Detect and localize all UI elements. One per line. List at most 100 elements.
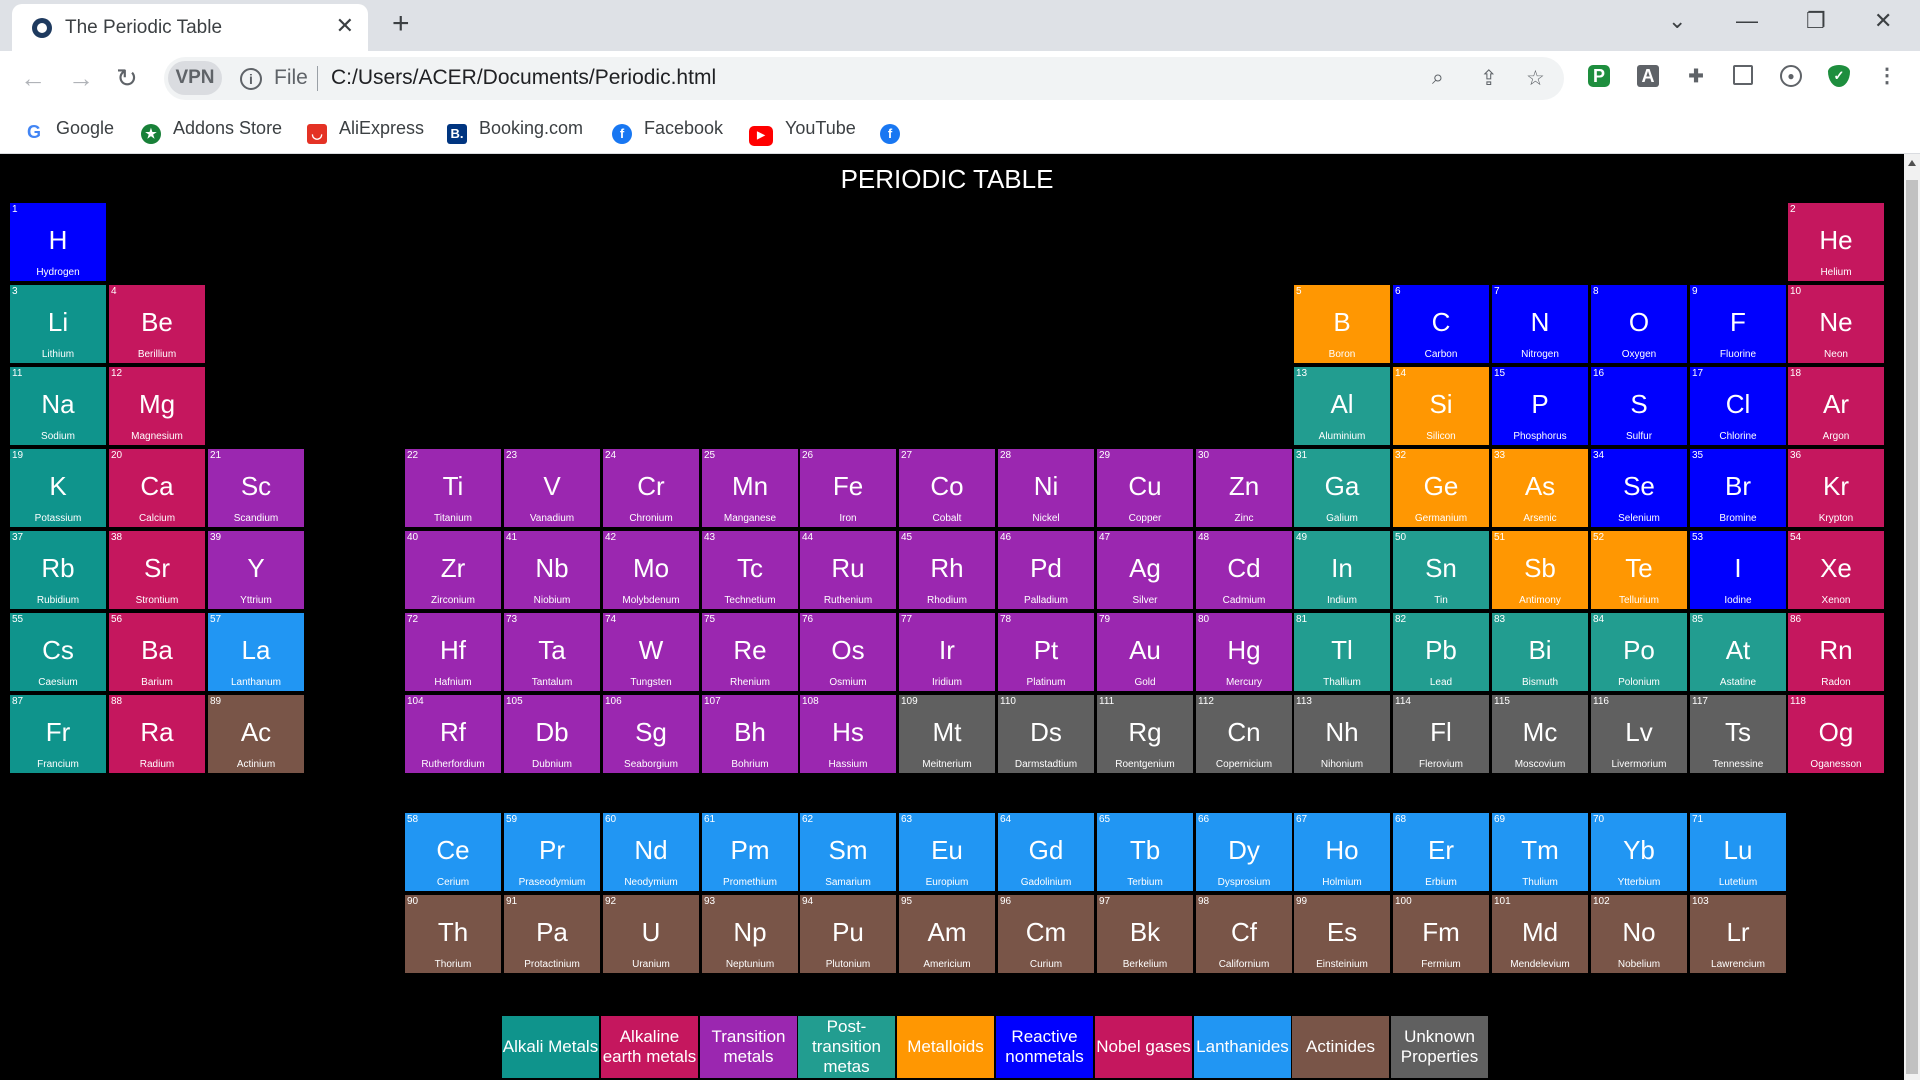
element-tile-cf[interactable]: 98 Cf Californium <box>1196 895 1292 973</box>
element-tile-rf[interactable]: 104 Rf Rutherfordium <box>405 695 501 773</box>
element-tile-sg[interactable]: 106 Sg Seaborgium <box>603 695 699 773</box>
element-tile-po[interactable]: 84 Po Polonium <box>1591 613 1687 691</box>
element-tile-sn[interactable]: 50 Sn Tin <box>1393 531 1489 609</box>
element-tile-br[interactable]: 35 Br Bromine <box>1690 449 1786 527</box>
element-tile-mg[interactable]: 12 Mg Magnesium <box>109 367 205 445</box>
element-tile-fm[interactable]: 100 Fm Fermium <box>1393 895 1489 973</box>
element-tile-ce[interactable]: 58 Ce Cerium <box>405 813 501 891</box>
element-tile-pm[interactable]: 61 Pm Promethium <box>702 813 798 891</box>
element-tile-bh[interactable]: 107 Bh Bohrium <box>702 695 798 773</box>
element-tile-ac[interactable]: 89 Ac Actinium <box>208 695 304 773</box>
element-tile-zr[interactable]: 40 Zr Zirconium <box>405 531 501 609</box>
element-tile-am[interactable]: 95 Am Americium <box>899 895 995 973</box>
url-text[interactable]: C:/Users/ACER/Documents/Periodic.html <box>331 66 716 90</box>
element-tile-sm[interactable]: 62 Sm Samarium <box>800 813 896 891</box>
element-tile-bk[interactable]: 97 Bk Berkelium <box>1097 895 1193 973</box>
element-tile-ra[interactable]: 88 Ra Radium <box>109 695 205 773</box>
element-tile-at[interactable]: 85 At Astatine <box>1690 613 1786 691</box>
scroll-thumb[interactable] <box>1906 180 1918 1074</box>
element-tile-eu[interactable]: 63 Eu Europium <box>899 813 995 891</box>
element-tile-ho[interactable]: 67 Ho Holmium <box>1294 813 1390 891</box>
element-tile-pb[interactable]: 82 Pb Lead <box>1393 613 1489 691</box>
element-tile-pa[interactable]: 91 Pa Protactinium <box>504 895 600 973</box>
element-tile-n[interactable]: 7 N Nitrogen <box>1492 285 1588 363</box>
element-tile-sr[interactable]: 38 Sr Strontium <box>109 531 205 609</box>
element-tile-ta[interactable]: 73 Ta Tantalum <box>504 613 600 691</box>
element-tile-in[interactable]: 49 In Indium <box>1294 531 1390 609</box>
address-bar[interactable]: VPN i File C:/Users/ACER/Documents/Perio… <box>164 57 1564 100</box>
bookmark-star-icon[interactable]: ☆ <box>1526 66 1545 91</box>
element-tile-o[interactable]: 8 O Oxygen <box>1591 285 1687 363</box>
profile-icon[interactable]: ● <box>1780 65 1802 87</box>
element-tile-v[interactable]: 23 V Vanadium <box>504 449 600 527</box>
element-tile-dy[interactable]: 66 Dy Dysprosium <box>1196 813 1292 891</box>
element-tile-si[interactable]: 14 Si Silicon <box>1393 367 1489 445</box>
vpn-button[interactable]: VPN <box>168 61 222 95</box>
element-tile-cd[interactable]: 48 Cd Cadmium <box>1196 531 1292 609</box>
element-tile-ge[interactable]: 32 Ge Germanium <box>1393 449 1489 527</box>
bookmark-booking[interactable]: B. Booking.com <box>447 116 583 144</box>
share-icon[interactable]: ⇪ <box>1480 66 1498 91</box>
element-tile-er[interactable]: 68 Er Erbium <box>1393 813 1489 891</box>
element-tile-be[interactable]: 4 Be Berillium <box>109 285 205 363</box>
bookmark-facebook-2[interactable]: f <box>880 116 912 144</box>
element-tile-p[interactable]: 15 P Phosphorus <box>1492 367 1588 445</box>
element-tile-ni[interactable]: 28 Ni Nickel <box>998 449 1094 527</box>
element-tile-cm[interactable]: 96 Cm Curium <box>998 895 1094 973</box>
element-tile-ds[interactable]: 110 Ds Darmstadtium <box>998 695 1094 773</box>
element-tile-mt[interactable]: 109 Mt Meitnerium <box>899 695 995 773</box>
element-tile-re[interactable]: 75 Re Rhenium <box>702 613 798 691</box>
element-tile-th[interactable]: 90 Th Thorium <box>405 895 501 973</box>
element-tile-la[interactable]: 57 La Lanthanum <box>208 613 304 691</box>
element-tile-h[interactable]: 1 H Hydrogen <box>10 203 106 281</box>
element-tile-ne[interactable]: 10 Ne Neon <box>1788 285 1884 363</box>
element-tile-tc[interactable]: 43 Tc Technetium <box>702 531 798 609</box>
element-tile-na[interactable]: 11 Na Sodium <box>10 367 106 445</box>
element-tile-rn[interactable]: 86 Rn Radon <box>1788 613 1884 691</box>
element-tile-np[interactable]: 93 Np Neptunium <box>702 895 798 973</box>
element-tile-lu[interactable]: 71 Lu Lutetium <box>1690 813 1786 891</box>
menu-dots-icon[interactable]: ⋮ <box>1876 65 1898 87</box>
element-tile-no[interactable]: 102 No Nobelium <box>1591 895 1687 973</box>
element-tile-as[interactable]: 33 As Arsenic <box>1492 449 1588 527</box>
element-tile-mn[interactable]: 25 Mn Manganese <box>702 449 798 527</box>
element-tile-ag[interactable]: 47 Ag Silver <box>1097 531 1193 609</box>
element-tile-nb[interactable]: 41 Nb Niobium <box>504 531 600 609</box>
element-tile-b[interactable]: 5 B Boron <box>1294 285 1390 363</box>
element-tile-fl[interactable]: 114 Fl Flerovium <box>1393 695 1489 773</box>
element-tile-mc[interactable]: 115 Mc Moscovium <box>1492 695 1588 773</box>
info-icon[interactable]: i <box>240 68 262 90</box>
element-tile-hg[interactable]: 80 Hg Mercury <box>1196 613 1292 691</box>
element-tile-ar[interactable]: 18 Ar Argon <box>1788 367 1884 445</box>
element-tile-db[interactable]: 105 Db Dubnium <box>504 695 600 773</box>
reload-icon[interactable]: ↻ <box>116 63 138 94</box>
element-tile-tl[interactable]: 81 Tl Thallium <box>1294 613 1390 691</box>
element-tile-og[interactable]: 118 Og Oganesson <box>1788 695 1884 773</box>
element-tile-al[interactable]: 13 Al Aluminium <box>1294 367 1390 445</box>
back-arrow-icon[interactable]: ← <box>20 63 46 94</box>
element-tile-rg[interactable]: 111 Rg Roentgenium <box>1097 695 1193 773</box>
element-tile-gd[interactable]: 64 Gd Gadolinium <box>998 813 1094 891</box>
element-tile-mo[interactable]: 42 Mo Molybdenum <box>603 531 699 609</box>
password-extension-icon[interactable]: P <box>1588 65 1610 87</box>
element-tile-nh[interactable]: 113 Nh Nihonium <box>1294 695 1390 773</box>
element-tile-sc[interactable]: 21 Sc Scandium <box>208 449 304 527</box>
element-tile-c[interactable]: 6 C Carbon <box>1393 285 1489 363</box>
element-tile-xe[interactable]: 54 Xe Xenon <box>1788 531 1884 609</box>
element-tile-i[interactable]: 53 I Iodine <box>1690 531 1786 609</box>
element-tile-es[interactable]: 99 Es Einsteinium <box>1294 895 1390 973</box>
bookmark-aliexpress[interactable]: ◡ AliExpress <box>307 116 424 144</box>
element-tile-md[interactable]: 101 Md Mendelevium <box>1492 895 1588 973</box>
element-tile-lr[interactable]: 103 Lr Lawrencium <box>1690 895 1786 973</box>
element-tile-lv[interactable]: 116 Lv Livermorium <box>1591 695 1687 773</box>
element-tile-k[interactable]: 19 K Potassium <box>10 449 106 527</box>
shield-check-icon[interactable]: ✓ <box>1828 65 1850 87</box>
puzzle-extensions-icon[interactable]: ✚ <box>1685 65 1707 87</box>
bookmark-addons-store[interactable]: ★ Addons Store <box>141 116 282 144</box>
element-tile-os[interactable]: 76 Os Osmium <box>800 613 896 691</box>
element-tile-te[interactable]: 52 Te Tellurium <box>1591 531 1687 609</box>
element-tile-cs[interactable]: 55 Cs Caesium <box>10 613 106 691</box>
vertical-scrollbar[interactable] <box>1904 154 1920 1080</box>
element-tile-s[interactable]: 16 S Sulfur <box>1591 367 1687 445</box>
side-panel-icon[interactable] <box>1733 65 1753 85</box>
